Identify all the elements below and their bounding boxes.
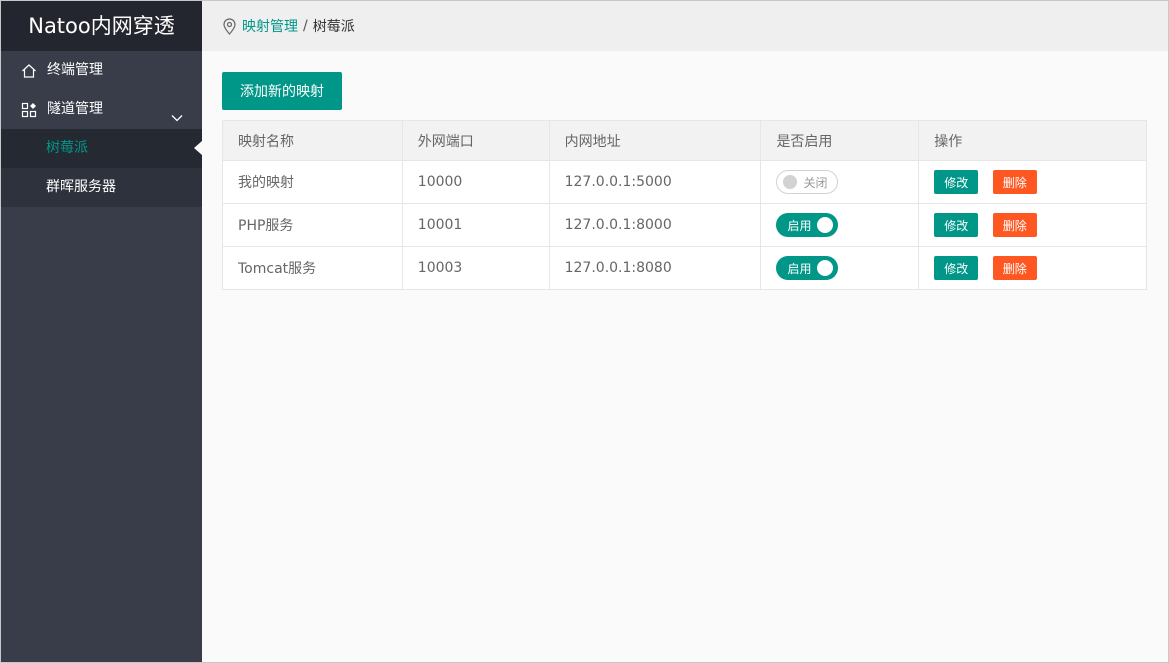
column-header-name: 映射名称 xyxy=(222,120,403,161)
cell-actions: 修改 删除 xyxy=(918,160,1147,204)
cell-actions: 修改 删除 xyxy=(918,203,1147,247)
chevron-down-icon xyxy=(170,102,184,122)
enable-toggle[interactable]: 启用 xyxy=(776,213,839,237)
table-row: 我的映射 10000 127.0.0.1:5000 关闭 修改 删除 xyxy=(222,160,1147,204)
mapping-table: 映射名称 外网端口 内网地址 是否启用 操作 我的映射 10000 127.0.… xyxy=(222,120,1147,290)
sidebar: Natoo内网穿透 终端管理 隧道管理 树莓派 群晖服务器 xyxy=(1,1,202,662)
sidebar-item-raspberry-pi[interactable]: 树莓派 xyxy=(1,129,202,168)
breadcrumb-link-mapping[interactable]: 映射管理 xyxy=(242,16,298,36)
toggle-knob xyxy=(783,175,798,189)
cell-port: 10003 xyxy=(401,246,550,290)
edit-button[interactable]: 修改 xyxy=(934,170,979,194)
apps-icon xyxy=(21,102,37,118)
cell-address: 127.0.0.1:5000 xyxy=(548,160,762,204)
toggle-label: 关闭 xyxy=(803,175,828,190)
app-logo: Natoo内网穿透 xyxy=(1,1,202,51)
breadcrumb-current: 树莓派 xyxy=(312,19,355,35)
table-row: Tomcat服务 10003 127.0.0.1:8080 启用 修改 删除 xyxy=(222,246,1147,290)
cell-enabled: 启用 xyxy=(760,246,920,290)
delete-button[interactable]: 删除 xyxy=(992,170,1037,194)
sidebar-item-terminal[interactable]: 终端管理 xyxy=(1,51,202,90)
table-row: PHP服务 10001 127.0.0.1:8000 启用 修改 删除 xyxy=(222,203,1147,247)
toggle-label: 启用 xyxy=(787,261,812,276)
delete-button[interactable]: 删除 xyxy=(992,256,1037,280)
cell-actions: 修改 删除 xyxy=(918,246,1147,290)
sidebar-item-tunnel[interactable]: 隧道管理 xyxy=(1,90,202,129)
column-header-actions: 操作 xyxy=(918,120,1147,161)
sidebar-item-label: 终端管理 xyxy=(47,62,103,78)
breadcrumb-bar: 映射管理 / 树莓派 xyxy=(202,1,1168,51)
cell-name: PHP服务 xyxy=(222,203,403,247)
cell-address: 127.0.0.1:8080 xyxy=(548,246,762,290)
add-mapping-button[interactable]: 添加新的映射 xyxy=(222,72,342,110)
enable-toggle[interactable]: 关闭 xyxy=(776,170,839,194)
table-header-row: 映射名称 外网端口 内网地址 是否启用 操作 xyxy=(222,120,1147,161)
toggle-label: 启用 xyxy=(787,218,812,233)
cell-address: 127.0.0.1:8000 xyxy=(548,203,762,247)
sidebar-item-label: 隧道管理 xyxy=(47,101,103,117)
column-header-enabled: 是否启用 xyxy=(760,120,920,161)
delete-button[interactable]: 删除 xyxy=(992,213,1037,237)
cell-name: 我的映射 xyxy=(222,160,403,204)
location-pin-icon xyxy=(222,17,237,35)
cell-enabled: 启用 xyxy=(760,203,920,247)
edit-button[interactable]: 修改 xyxy=(934,256,979,280)
cell-port: 10001 xyxy=(401,203,550,247)
column-header-address: 内网地址 xyxy=(548,120,762,161)
cell-enabled: 关闭 xyxy=(760,160,920,204)
column-header-port: 外网端口 xyxy=(401,120,550,161)
cell-port: 10000 xyxy=(401,160,550,204)
sidebar-item-synology[interactable]: 群晖服务器 xyxy=(1,168,202,207)
cell-name: Tomcat服务 xyxy=(222,246,403,290)
toggle-knob xyxy=(817,260,834,276)
sidebar-submenu: 树莓派 群晖服务器 xyxy=(1,129,202,207)
edit-button[interactable]: 修改 xyxy=(934,213,979,237)
toggle-knob xyxy=(817,217,834,233)
enable-toggle[interactable]: 启用 xyxy=(776,256,839,280)
breadcrumb-separator: / xyxy=(303,18,308,34)
home-icon xyxy=(21,63,37,79)
